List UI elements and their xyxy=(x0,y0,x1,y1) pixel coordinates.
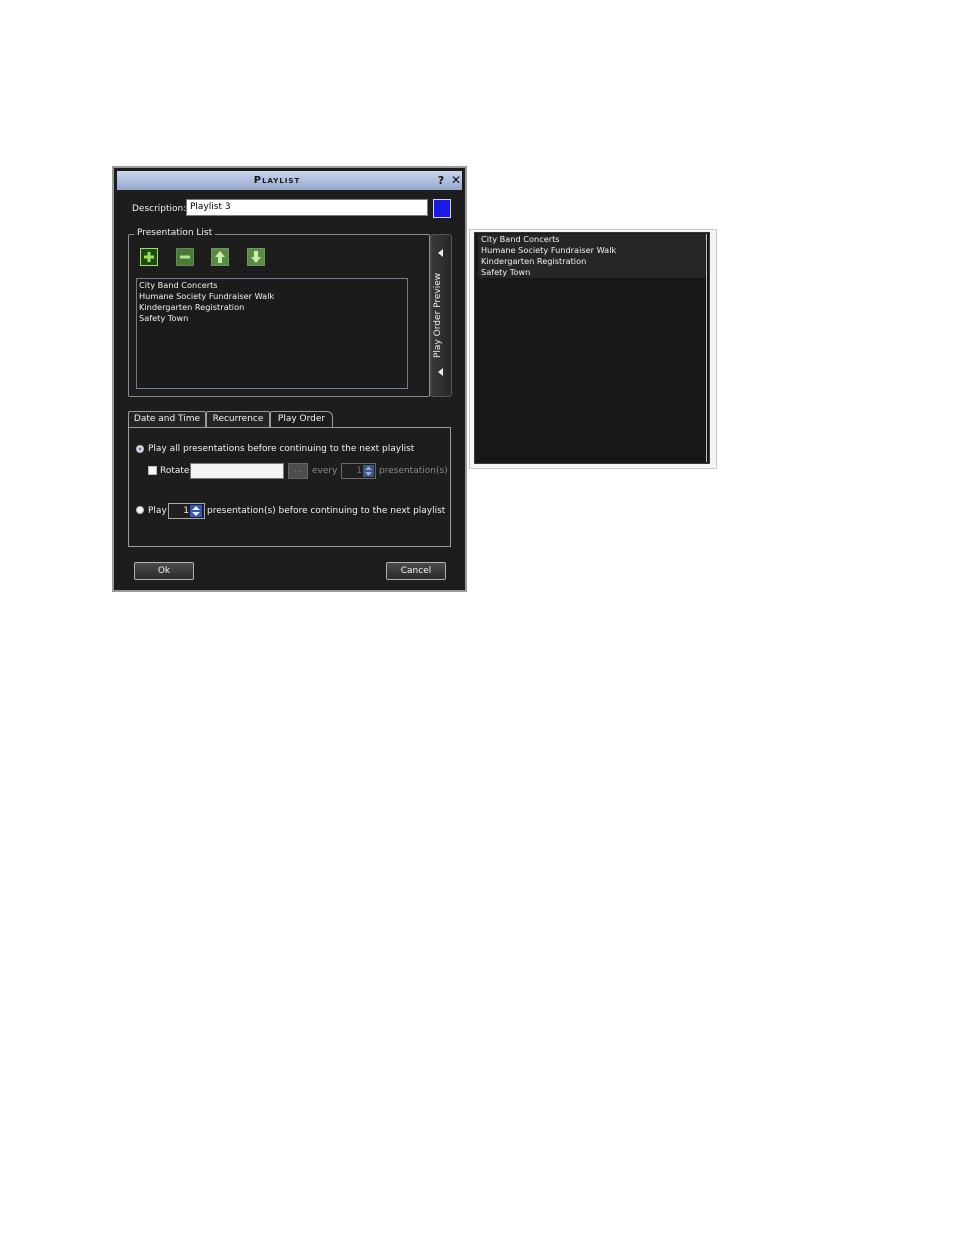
color-picker-button[interactable] xyxy=(433,199,451,218)
remove-icon xyxy=(180,255,190,259)
play-all-radio[interactable] xyxy=(136,445,144,453)
tab-recurrence[interactable]: Recurrence xyxy=(206,411,270,427)
preview-list-item[interactable]: Kindergarten Registration xyxy=(478,256,706,267)
play-suffix-label: presentation(s) before continuing to the… xyxy=(207,506,446,516)
title-bar[interactable]: Playlist ? ✕ xyxy=(117,171,462,190)
play-count-radio[interactable] xyxy=(136,506,144,514)
description-label: Description: xyxy=(132,204,187,214)
rotate-label: Rotate xyxy=(160,466,190,476)
rotate-count-value: 1 xyxy=(356,466,362,476)
play-order-preview-label: Play Order Preview xyxy=(433,272,443,358)
move-down-icon xyxy=(251,251,261,263)
list-item[interactable]: Kindergarten Registration xyxy=(139,302,405,313)
help-button[interactable]: ? xyxy=(435,171,447,190)
presentation-list[interactable]: City Band Concerts Humane Society Fundra… xyxy=(136,278,408,389)
preview-list-item[interactable]: Safety Town xyxy=(478,267,706,278)
tab-date-and-time[interactable]: Date and Time xyxy=(128,411,206,427)
play-all-label: Play all presentations before continuing… xyxy=(148,444,415,454)
preview-list-item[interactable]: Humane Society Fundraiser Walk xyxy=(478,245,706,256)
add-icon xyxy=(144,252,154,262)
spin-arrows-icon[interactable] xyxy=(363,465,374,477)
move-up-button[interactable] xyxy=(211,248,229,266)
move-down-button[interactable] xyxy=(247,248,265,266)
play-count-label: Play xyxy=(148,506,167,516)
every-label: every xyxy=(312,466,338,476)
ok-button[interactable]: Ok xyxy=(134,562,194,580)
preview-list-item[interactable]: City Band Concerts xyxy=(478,234,706,245)
rotate-checkbox[interactable] xyxy=(148,466,157,475)
play-order-preview-list[interactable]: City Band Concerts Humane Society Fundra… xyxy=(478,234,706,278)
presentation-list-legend: Presentation List xyxy=(134,228,216,238)
spin-arrows-icon[interactable] xyxy=(190,505,202,517)
rotate-input[interactable] xyxy=(190,463,284,479)
description-input[interactable]: Playlist 3 xyxy=(186,199,428,216)
cancel-button[interactable]: Cancel xyxy=(386,562,446,580)
tab-play-order[interactable]: Play Order xyxy=(270,411,333,428)
rotate-count-stepper[interactable]: 1 xyxy=(341,463,376,479)
add-presentation-button[interactable] xyxy=(140,248,158,266)
remove-presentation-button[interactable] xyxy=(176,248,194,266)
collapse-arrow-icon xyxy=(438,249,443,257)
preview-scroll-edge xyxy=(706,234,707,462)
dialog-title: Playlist xyxy=(253,175,301,186)
play-order-preview-toggle[interactable]: Play Order Preview xyxy=(430,234,452,397)
playlist-dialog: Playlist ? ✕ Description: Playlist 3 Pre… xyxy=(112,166,467,592)
browse-button[interactable]: ... xyxy=(288,463,308,479)
play-count-stepper[interactable]: 1 xyxy=(168,503,205,519)
presentations-suffix-label: presentation(s) xyxy=(379,466,448,476)
list-item[interactable]: Humane Society Fundraiser Walk xyxy=(139,291,405,302)
close-button[interactable]: ✕ xyxy=(450,171,462,190)
move-up-icon xyxy=(215,251,225,263)
play-count-value: 1 xyxy=(183,506,189,516)
list-item[interactable]: City Band Concerts xyxy=(139,280,405,291)
list-item[interactable]: Safety Town xyxy=(139,313,405,324)
collapse-arrow-icon xyxy=(438,368,443,376)
